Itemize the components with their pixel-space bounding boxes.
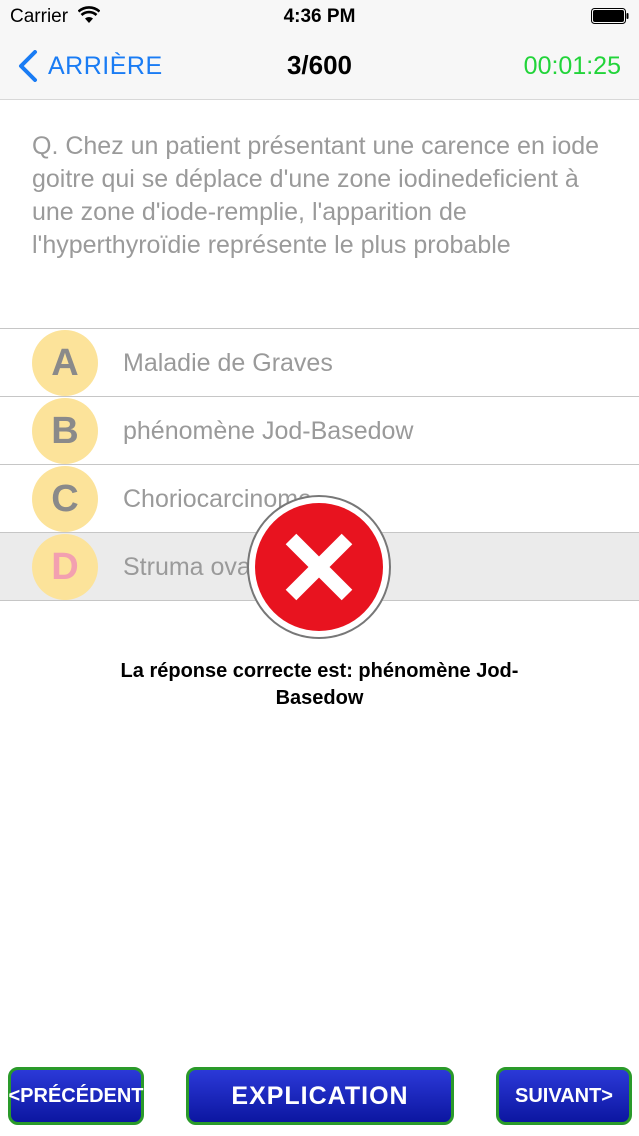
option-badge-b: B — [32, 398, 98, 464]
option-a[interactable]: A Maladie de Graves — [0, 328, 639, 396]
wrong-x-icon — [247, 495, 391, 639]
next-button[interactable]: SUIVANT> — [496, 1067, 632, 1125]
option-text-b: phénomène Jod-Basedow — [123, 417, 414, 445]
correct-answer: La réponse correcte est: phénomène Jod-B… — [120, 660, 519, 709]
explanation-button[interactable]: EXPLICATION — [186, 1067, 454, 1125]
nav-bar: ARRIÈRE 3/600 00:01:25 — [0, 34, 639, 100]
option-text-a: Maladie de Graves — [123, 349, 333, 377]
status-bar: Carrier 4:36 PM — [0, 0, 639, 34]
option-badge-a: A — [32, 330, 98, 396]
option-badge-c: C — [32, 466, 98, 532]
battery-icon — [591, 8, 629, 24]
previous-button[interactable]: <PRÉCÉDENT — [8, 1067, 144, 1125]
question-text: Q. Chez un patient présentant une carenc… — [32, 132, 600, 259]
status-time: 4:36 PM — [283, 6, 356, 27]
option-badge-d: D — [32, 534, 98, 600]
timer: 00:01:25 — [523, 52, 621, 80]
option-b[interactable]: B phénomène Jod-Basedow — [0, 396, 639, 464]
